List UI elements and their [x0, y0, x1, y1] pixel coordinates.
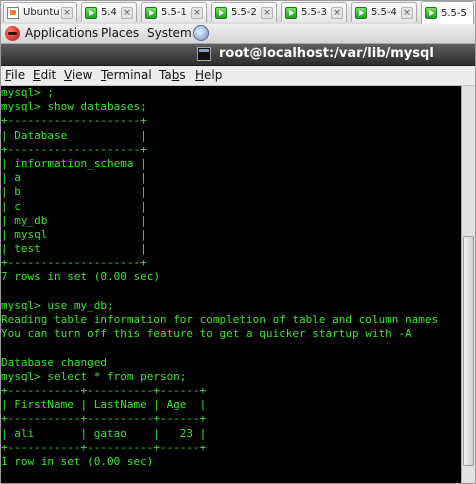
window-titlebar[interactable]: root@localhost:/var/lib/mysql [1, 44, 475, 66]
terminal-line: +-----------+----------+------+ [1, 412, 207, 426]
menu-terminal[interactable]: Terminal [101, 68, 152, 82]
terminal-line: | ali | gatao | 23 | [1, 426, 207, 440]
tab-5-5-5[interactable]: 5.5-5 [421, 1, 474, 24]
close-icon[interactable]: × [401, 6, 413, 19]
terminal-line: +-----------+----------+------+ [1, 383, 207, 397]
terminal-line: | Database | [1, 128, 147, 142]
tab-label: 5.5-1 [161, 7, 187, 18]
menu-file[interactable]: File [5, 68, 25, 82]
terminal-window-screenshot: Ubuntu × 5.4 × 5.5-1 × 5.5-2 × 5.5-3 × 5… [0, 0, 476, 484]
terminal-line: 1 row in set (0.00 sec) [1, 454, 154, 468]
terminal-line: | FirstName | LastName | Age | [1, 398, 207, 412]
terminal-line: | test | [1, 242, 147, 256]
play-icon [355, 6, 367, 19]
tab-strip: Ubuntu × 5.4 × 5.5-1 × 5.5-2 × 5.5-3 × 5… [1, 1, 475, 25]
terminal-output[interactable]: mysql> ; mysql> show databases; +---------… [1, 86, 461, 483]
play-icon [285, 6, 297, 19]
terminal-line: | a | [1, 171, 147, 185]
close-icon[interactable]: × [191, 6, 203, 19]
tab-label: 5.5-3 [301, 7, 327, 18]
terminal-line: You can turn off this feature to get a q… [1, 327, 412, 341]
terminal-line: Database changed [1, 355, 107, 369]
tab-5-5-1[interactable]: 5.5-1 × [141, 2, 207, 22]
menu-help[interactable]: Help [195, 68, 222, 82]
terminal-line: +--------------------+ [1, 114, 147, 128]
terminal-line: | mysql | [1, 227, 147, 241]
terminal-line: +-----------+----------+------+ [1, 440, 207, 454]
network-globe-icon[interactable] [193, 25, 209, 41]
scrollbar-thumb[interactable] [463, 236, 474, 466]
terminal-line: | my_db | [1, 213, 147, 227]
tab-5-5-2[interactable]: 5.5-2 × [211, 2, 277, 22]
ubuntu-icon [7, 6, 19, 19]
tab-label: 5.4 [101, 7, 117, 18]
applications-menu[interactable]: Applications [25, 26, 98, 40]
system-menu[interactable]: System [147, 26, 192, 40]
terminal-line: | c | [1, 199, 147, 213]
tab-5-5-3[interactable]: 5.5-3 × [281, 2, 347, 22]
close-icon[interactable]: × [61, 6, 73, 19]
play-icon [215, 6, 227, 19]
tab-label: 5.5-5 [441, 7, 467, 19]
tab-label: Ubuntu [23, 7, 60, 18]
terminal-line: Reading table information for completion… [1, 313, 439, 326]
window-title: root@localhost:/var/lib/mysql [219, 46, 434, 61]
vertical-scrollbar[interactable] [461, 86, 475, 483]
terminal-line: +--------------------+ [1, 256, 147, 270]
terminal-icon [197, 47, 211, 61]
terminal-line: | information_schema | [1, 156, 147, 170]
terminal-line: | b | [1, 185, 147, 199]
close-icon[interactable]: × [331, 6, 343, 19]
red-hat-icon [5, 26, 20, 41]
menubar: File Edit View Terminal Tabs Help [1, 66, 475, 86]
gnome-panel: Applications Places System [1, 24, 475, 44]
play-icon [85, 6, 97, 19]
menu-view[interactable]: View [64, 68, 92, 82]
terminal-line: +--------------------+ [1, 142, 147, 156]
tab-5-5-4[interactable]: 5.5-4 × [351, 2, 417, 22]
tab-ubuntu[interactable]: Ubuntu × [3, 2, 77, 22]
menu-tabs[interactable]: Tabs [159, 68, 186, 82]
play-icon [145, 6, 157, 19]
tab-label: 5.5-4 [371, 7, 397, 18]
close-icon[interactable]: × [121, 6, 133, 19]
terminal-line: mysql> ; [1, 86, 54, 99]
play-icon [425, 7, 437, 19]
terminal-line: 7 rows in set (0.00 sec) [1, 270, 160, 284]
tab-label: 5.5-2 [231, 7, 257, 18]
terminal-line: mysql> use my_db; [1, 298, 114, 312]
tab-5-4[interactable]: 5.4 × [81, 2, 137, 22]
terminal-line: mysql> select * from person; [1, 369, 187, 383]
terminal-line: mysql> show databases; [1, 100, 147, 114]
close-icon[interactable]: × [261, 6, 273, 19]
menu-edit[interactable]: Edit [33, 68, 56, 82]
places-menu[interactable]: Places [101, 26, 139, 40]
